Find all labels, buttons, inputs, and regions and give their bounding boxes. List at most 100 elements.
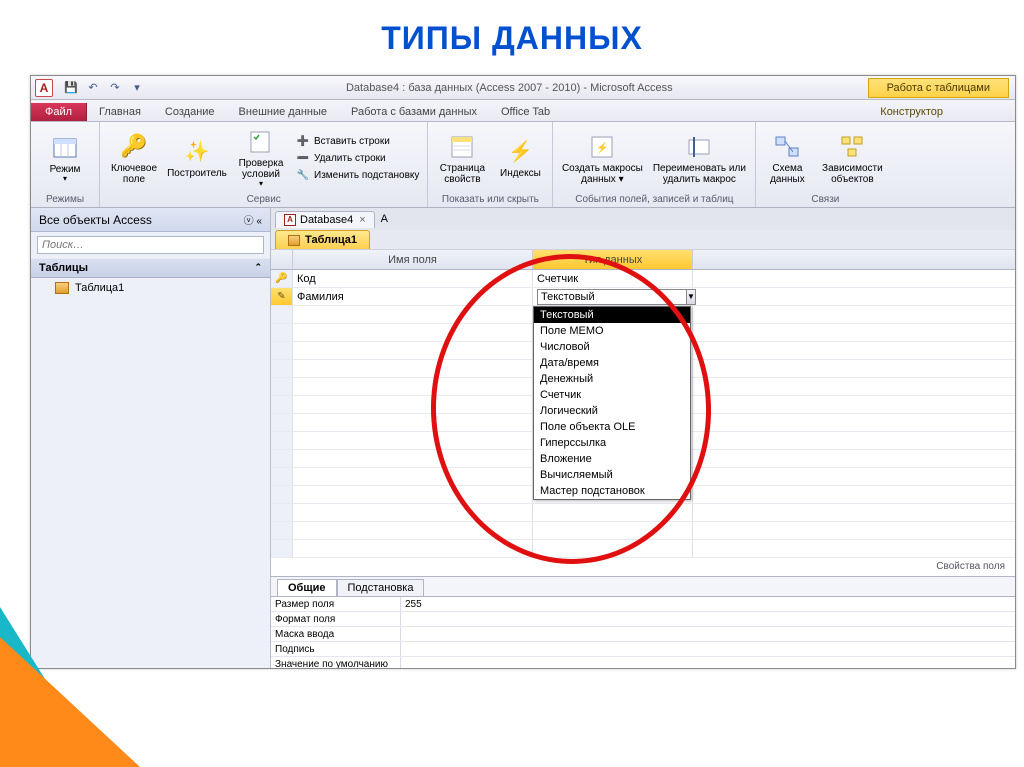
property-row[interactable]: Маска ввода bbox=[271, 627, 1015, 642]
ribbon-group-views: Режим▾ Режимы bbox=[31, 122, 100, 207]
field-name-cell[interactable]: Код bbox=[293, 270, 533, 287]
grid-row-0[interactable]: 🔑 Код Счетчик bbox=[271, 270, 1015, 288]
type-combo-input[interactable] bbox=[537, 289, 687, 305]
nav-section-tables[interactable]: Таблицы ⌃ bbox=[31, 258, 270, 278]
checklist-icon bbox=[247, 128, 275, 156]
lookup-icon: 🔧 bbox=[296, 169, 310, 183]
row-selector[interactable] bbox=[271, 450, 293, 467]
property-row[interactable]: Значение по умолчанию bbox=[271, 657, 1015, 668]
dependencies-button[interactable]: Зависимости объектов bbox=[816, 127, 888, 191]
redo-icon[interactable]: ↷ bbox=[107, 80, 123, 96]
collapse-icon[interactable]: ⌃ bbox=[254, 262, 262, 274]
col-header-type[interactable]: Тип данных bbox=[533, 250, 693, 269]
row-selector[interactable] bbox=[271, 504, 293, 521]
access-doc-icon: A bbox=[284, 214, 296, 226]
prop-tab-general[interactable]: Общие bbox=[277, 579, 337, 596]
main-area: A Database4 × A Таблица1 Имя поля Тип да… bbox=[271, 208, 1015, 668]
app-window: A 💾 ↶ ↷ ▾ Database4 : база данных (Acces… bbox=[30, 75, 1016, 669]
property-row[interactable]: Формат поля bbox=[271, 612, 1015, 627]
field-type-cell[interactable]: ▼ ТекстовыйПоле МЕМОЧисловойДата/времяДе… bbox=[533, 288, 693, 305]
row-selector[interactable] bbox=[271, 306, 293, 323]
wand-icon: ✨ bbox=[183, 138, 211, 166]
row-selector[interactable]: 🔑 bbox=[271, 270, 293, 287]
grid-row-1[interactable]: ✎ Фамилия ▼ ТекстовыйПоле МЕМОЧисловойДа… bbox=[271, 288, 1015, 306]
table-icon bbox=[55, 282, 69, 294]
row-selector[interactable]: ✎ bbox=[271, 288, 293, 305]
row-selector[interactable] bbox=[271, 342, 293, 359]
row-selector[interactable] bbox=[271, 378, 293, 395]
quick-access-toolbar: 💾 ↶ ↷ ▾ bbox=[57, 80, 151, 96]
type-option[interactable]: Вложение bbox=[534, 451, 690, 467]
ribbon-group-showhide-label: Показать или скрыть bbox=[434, 193, 546, 205]
rename-delete-macro-button[interactable]: Переименовать или удалить макрос bbox=[649, 127, 749, 191]
new-doc-icon[interactable]: A bbox=[381, 213, 388, 225]
row-selector[interactable] bbox=[271, 522, 293, 539]
app-logo-icon: A bbox=[35, 79, 53, 97]
type-option[interactable]: Дата/время bbox=[534, 355, 690, 371]
type-dropdown-button[interactable]: ▼ bbox=[687, 289, 696, 305]
qat-more-icon[interactable]: ▾ bbox=[129, 80, 145, 96]
insert-rows-button[interactable]: ➕Вставить строки bbox=[294, 134, 421, 150]
save-icon[interactable]: 💾 bbox=[63, 80, 79, 96]
row-selector[interactable] bbox=[271, 324, 293, 341]
tab-external[interactable]: Внешние данные bbox=[227, 103, 339, 121]
property-panel: Общие Подстановка Размер поля255Формат п… bbox=[271, 576, 1015, 668]
type-option[interactable]: Числовой bbox=[534, 339, 690, 355]
type-option[interactable]: Поле объекта OLE bbox=[534, 419, 690, 435]
create-macros-button[interactable]: ⚡ Создать макросы данных ▾ bbox=[559, 127, 645, 191]
row-selector[interactable] bbox=[271, 432, 293, 449]
type-option[interactable]: Вычисляемый bbox=[534, 467, 690, 483]
type-option[interactable]: Гиперссылка bbox=[534, 435, 690, 451]
type-option[interactable]: Текстовый bbox=[534, 307, 690, 323]
tab-home[interactable]: Главная bbox=[87, 103, 153, 121]
property-sheet-button[interactable]: Страница свойств bbox=[434, 127, 490, 191]
type-option[interactable]: Поле МЕМО bbox=[534, 323, 690, 339]
close-tab-icon[interactable]: × bbox=[359, 214, 365, 226]
tab-constructor[interactable]: Конструктор bbox=[868, 103, 955, 121]
undo-icon[interactable]: ↶ bbox=[85, 80, 101, 96]
type-option[interactable]: Счетчик bbox=[534, 387, 690, 403]
row-selector[interactable] bbox=[271, 468, 293, 485]
field-name-cell[interactable]: Фамилия bbox=[293, 288, 533, 305]
modify-lookup-button[interactable]: 🔧Изменить подстановку bbox=[294, 168, 421, 184]
type-option[interactable]: Логический bbox=[534, 403, 690, 419]
nav-item-table1[interactable]: Таблица1 bbox=[31, 278, 270, 298]
tab-dbtools[interactable]: Работа с базами данных bbox=[339, 103, 489, 121]
navpane-dropdown-icon[interactable]: ⓥ « bbox=[244, 212, 262, 227]
row-selector[interactable] bbox=[271, 486, 293, 503]
type-dropdown-list: ТекстовыйПоле МЕМОЧисловойДата/времяДене… bbox=[533, 306, 691, 500]
nav-search-input[interactable] bbox=[37, 236, 264, 254]
row-selector[interactable] bbox=[271, 540, 293, 557]
view-label: Режим bbox=[50, 164, 81, 175]
tab-officetab[interactable]: Office Tab bbox=[489, 103, 562, 121]
indexes-button[interactable]: ⚡ Индексы bbox=[494, 127, 546, 191]
navigation-pane: Все объекты Access ⓥ « Таблицы ⌃ Таблица… bbox=[31, 208, 271, 668]
property-grid: Размер поля255Формат поляМаска вводаПодп… bbox=[271, 596, 1015, 668]
type-option[interactable]: Мастер подстановок bbox=[534, 483, 690, 499]
primary-key-icon: 🔑 bbox=[275, 273, 287, 284]
property-row[interactable]: Размер поля255 bbox=[271, 597, 1015, 612]
context-tab-title: Работа с таблицами bbox=[868, 78, 1009, 98]
window-title: Database4 : база данных (Access 2007 - 2… bbox=[151, 82, 868, 94]
relationships-button[interactable]: Схема данных bbox=[762, 127, 812, 191]
col-header-name[interactable]: Имя поля bbox=[293, 250, 533, 269]
type-option[interactable]: Денежный bbox=[534, 371, 690, 387]
builder-button[interactable]: ✨ Построитель bbox=[166, 127, 228, 191]
prop-tab-lookup[interactable]: Подстановка bbox=[337, 579, 425, 596]
tab-create[interactable]: Создание bbox=[153, 103, 227, 121]
field-type-cell[interactable]: Счетчик bbox=[533, 270, 693, 287]
row-selector[interactable] bbox=[271, 360, 293, 377]
tab-file[interactable]: Файл bbox=[31, 103, 87, 121]
ribbon-group-events-label: События полей, записей и таблиц bbox=[559, 193, 749, 205]
doc-tab-database4[interactable]: A Database4 × bbox=[275, 211, 375, 228]
view-button[interactable]: Режим▾ bbox=[37, 127, 93, 191]
row-selector[interactable] bbox=[271, 414, 293, 431]
property-row[interactable]: Подпись bbox=[271, 642, 1015, 657]
slide-title: ТИПЫ ДАННЫХ bbox=[0, 0, 1024, 75]
row-selector[interactable] bbox=[271, 396, 293, 413]
table-tab-1[interactable]: Таблица1 bbox=[275, 230, 370, 249]
primary-key-button[interactable]: 🔑 Ключевое поле bbox=[106, 127, 162, 191]
validation-button[interactable]: Проверка условий▾ bbox=[232, 127, 290, 191]
navpane-header[interactable]: Все объекты Access ⓥ « bbox=[31, 208, 270, 232]
delete-rows-button[interactable]: ➖Удалить строки bbox=[294, 151, 421, 167]
